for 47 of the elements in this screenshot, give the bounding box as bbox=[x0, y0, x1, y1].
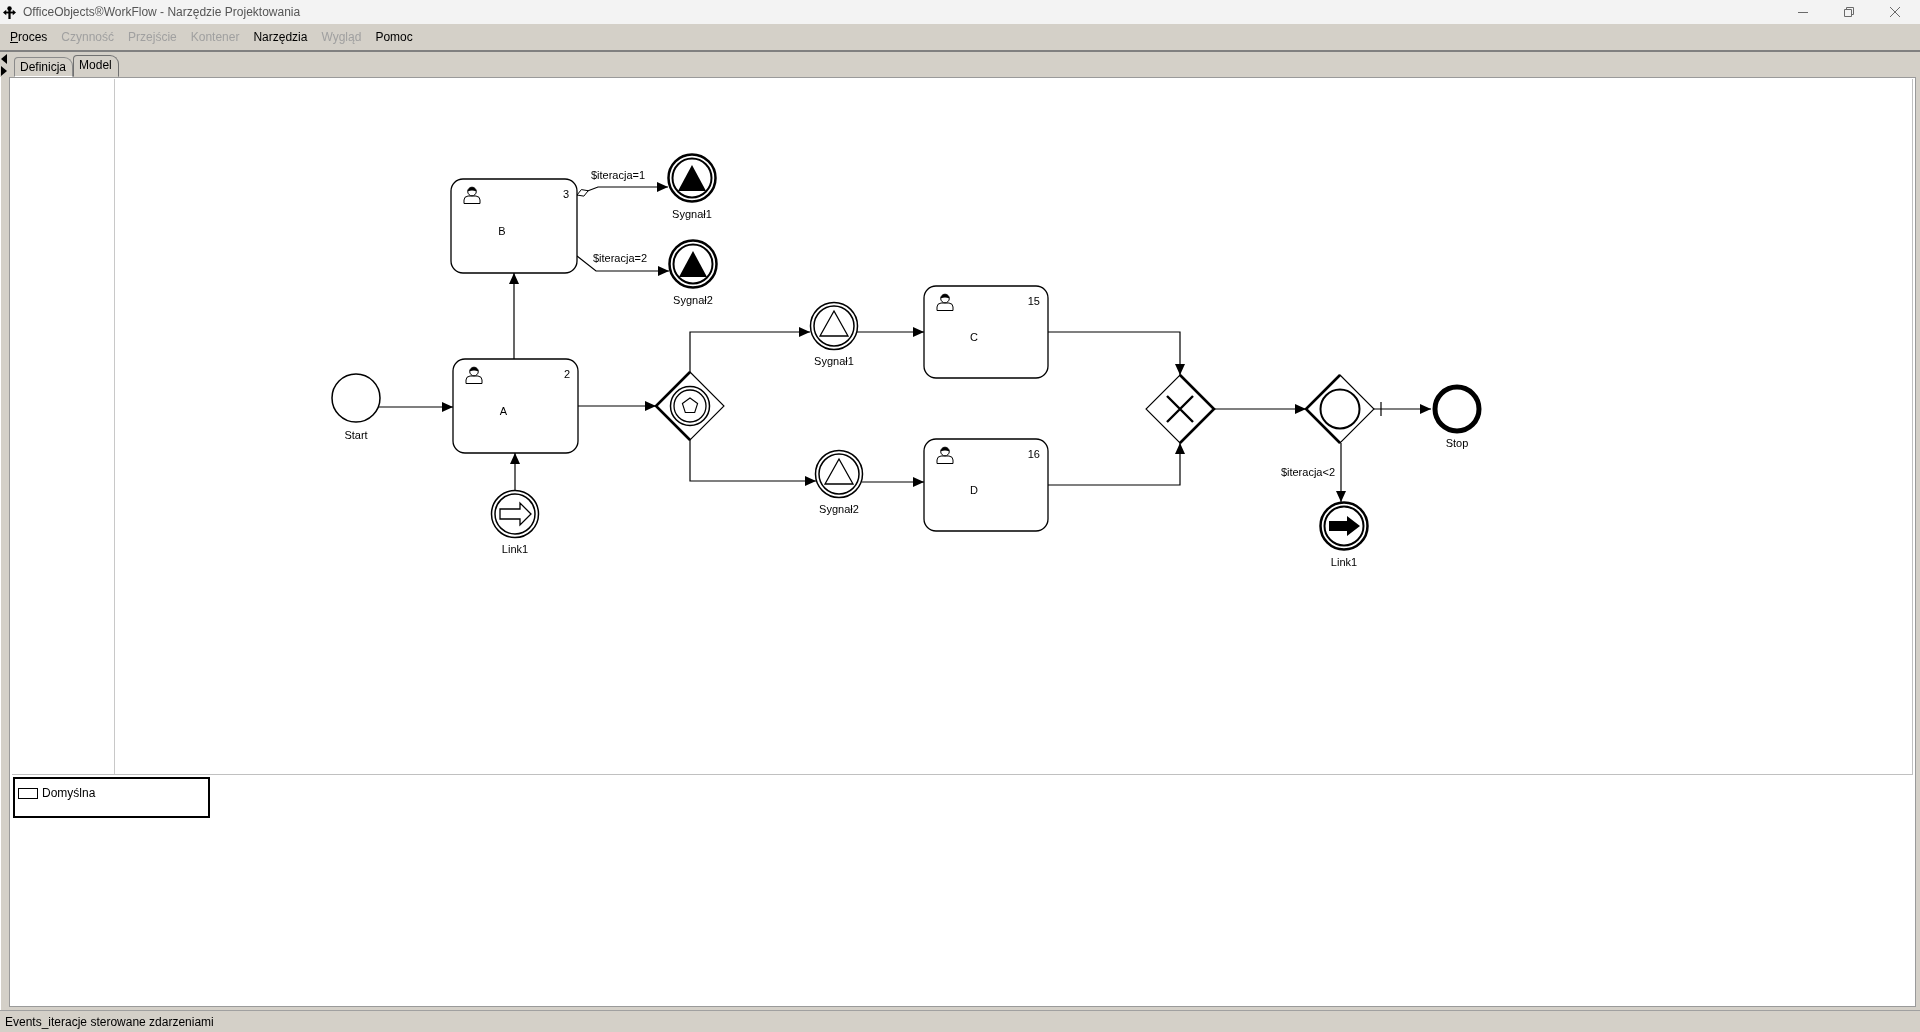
condition-label: $iteracja<2 bbox=[1280, 466, 1335, 478]
event-label: Sygnał2 bbox=[673, 294, 713, 306]
menu-item[interactable]: Pomoc bbox=[368, 28, 420, 46]
event-label: Link1 bbox=[1330, 556, 1358, 568]
triangle-icon bbox=[818, 309, 850, 337]
status-text: Events_iteracje sterowane zdarzeniami bbox=[5, 1014, 214, 1029]
triangle-icon bbox=[679, 251, 707, 277]
cross-icon bbox=[1165, 394, 1195, 424]
window-title: OfficeObjects®WorkFlow - Narzędzie Projektowania bbox=[23, 5, 302, 19]
user-icon bbox=[463, 186, 481, 204]
rectangle-icon bbox=[18, 788, 38, 799]
start-event bbox=[331, 373, 381, 423]
triangle-icon bbox=[823, 457, 855, 485]
triangle-icon bbox=[678, 165, 706, 191]
close-icon bbox=[1890, 7, 1900, 17]
event-label: Stop bbox=[1445, 437, 1469, 449]
condition-label: $iteracja=1 bbox=[590, 169, 646, 181]
user-icon bbox=[465, 366, 483, 384]
user-icon bbox=[936, 446, 954, 464]
cross-arrows-icon bbox=[3, 5, 16, 19]
restore-icon bbox=[1844, 7, 1854, 17]
task-number: 15 bbox=[1027, 295, 1040, 307]
user-icon bbox=[936, 293, 954, 311]
task-label: C bbox=[970, 331, 978, 343]
scroll-right-icon[interactable] bbox=[1, 65, 7, 76]
task-number: 16 bbox=[1027, 448, 1040, 460]
tab[interactable]: Definicja bbox=[14, 57, 74, 77]
arrow-icon bbox=[499, 501, 532, 527]
tab[interactable]: Model bbox=[73, 55, 119, 77]
event-label: Sygnał1 bbox=[814, 355, 854, 367]
lane-item[interactable]: Domyślna bbox=[13, 777, 210, 818]
event-label: Sygnał1 bbox=[672, 208, 712, 220]
task-label: A bbox=[499, 405, 508, 417]
event-label: Sygnał2 bbox=[819, 503, 859, 515]
event-label: Link1 bbox=[501, 543, 529, 555]
menu-item[interactable]: Proces bbox=[3, 28, 55, 46]
menu-item[interactable]: Narzędzia bbox=[246, 28, 315, 46]
arrow-icon bbox=[1329, 516, 1360, 536]
task-number: 2 bbox=[563, 368, 570, 380]
event-label: Start bbox=[344, 429, 368, 441]
task-label: D bbox=[970, 484, 978, 496]
scroll-left-icon[interactable] bbox=[1, 53, 7, 64]
task-number: 3 bbox=[562, 188, 569, 200]
task-label: B bbox=[498, 225, 506, 237]
circle-icon bbox=[1319, 388, 1361, 430]
condition-label: $iteracja=2 bbox=[592, 252, 648, 264]
end-event bbox=[1432, 384, 1482, 434]
